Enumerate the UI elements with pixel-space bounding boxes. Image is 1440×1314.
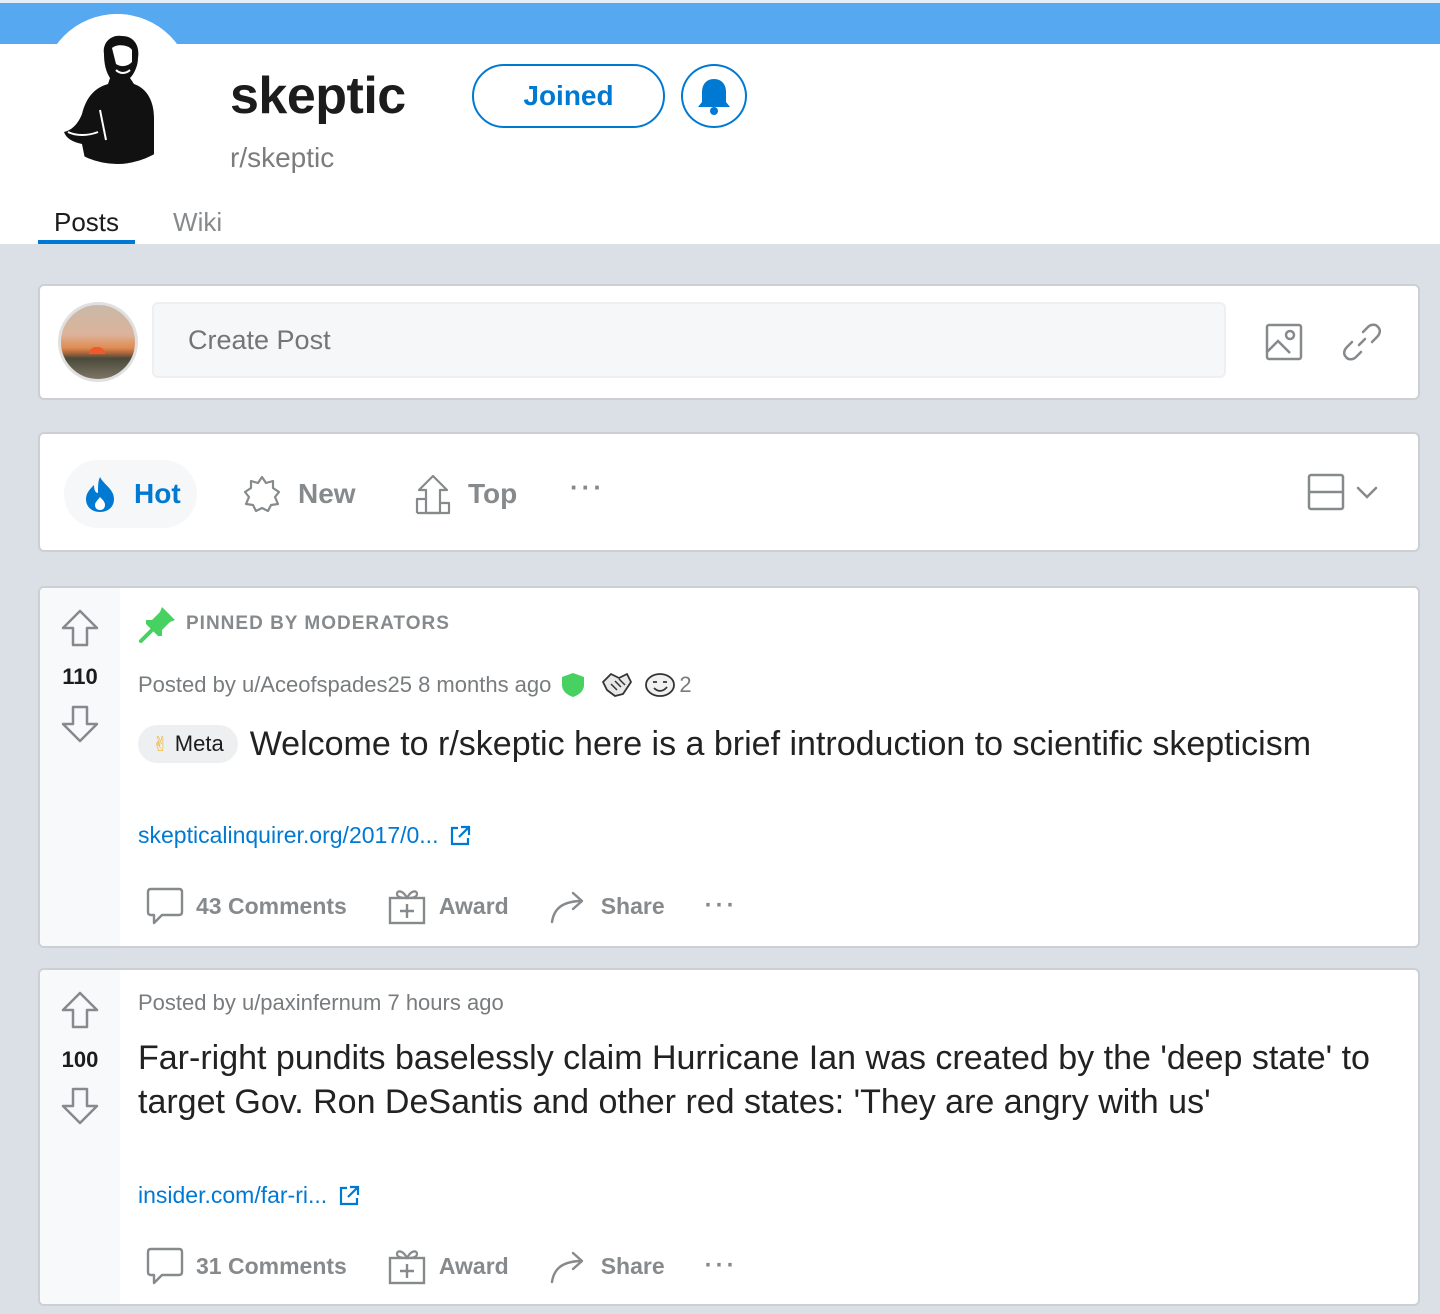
vote-count: 110 [62,664,98,689]
post-meta: Posted by u/Aceofspades25 8 months ago 2 [138,670,692,700]
user-avatar[interactable] [58,302,138,382]
community-banner [0,0,1440,44]
burst-icon [243,475,281,513]
create-post-input[interactable] [152,302,1226,378]
comments-button[interactable]: 43 Comments [146,886,347,926]
post-card[interactable]: 100 Posted by u/paxinfernum 7 hours ago … [38,968,1420,1306]
share-button[interactable]: Share [549,1246,665,1286]
joined-button[interactable]: Joined [472,64,665,128]
vote-count: 100 [61,1047,99,1072]
link-icon [1342,323,1382,361]
create-post-card [38,284,1420,400]
post-actions: 31 Comments Award Share ··· [146,1246,738,1286]
image-icon [1265,323,1303,361]
award-count: 2 [679,672,692,697]
share-arrow-icon [550,1251,583,1284]
community-name: skeptic [230,67,406,125]
downvote-arrow-icon [61,1087,99,1125]
share-label: Share [600,1252,665,1279]
share-label: Share [600,892,665,919]
sort-top-label: Top [468,478,518,509]
comments-button[interactable]: 31 Comments [146,1246,347,1286]
downvote-button[interactable] [60,1086,100,1126]
award-label: Award [438,1252,509,1279]
tab-wiki[interactable]: Wiki [157,200,238,244]
post-flair[interactable]: ✌ Meta [138,725,238,763]
comment-icon [146,887,184,925]
sort-hot-button[interactable]: Hot [64,460,197,528]
sort-new-label: New [298,478,356,509]
image-upload-button[interactable] [1254,312,1314,372]
tab-posts[interactable]: Posts [38,200,136,244]
awards[interactable]: 2 [599,670,692,700]
award-label: Award [438,892,509,919]
post-link[interactable]: skepticalinquirer.org/2017/0... [138,822,472,849]
post-title[interactable]: Far-right pundits baselessly claim Hurri… [138,1036,1388,1124]
comments-label: 31 Comments [196,1252,347,1279]
post-more-button[interactable]: ··· [705,892,738,920]
award-button[interactable]: Award [387,886,509,926]
downvote-arrow-icon [61,705,99,743]
sort-more-button[interactable]: ··· [570,472,605,503]
sort-top-button[interactable]: Top [396,460,533,528]
gift-icon [388,1250,426,1285]
sort-new-button[interactable]: New [224,460,372,528]
upvote-button[interactable] [60,990,100,1030]
pin-icon [139,607,175,643]
gift-icon [388,890,426,925]
notification-bell-button[interactable] [681,64,747,128]
link-button[interactable] [1332,312,1392,372]
flair-label: Meta [174,731,224,756]
share-button[interactable]: Share [549,886,665,926]
top-chart-icon [415,474,451,515]
post-card[interactable]: 110 PINNED BY MODERATORS Posted by u/Ace… [38,586,1420,948]
sort-bar: Hot New Top ··· [38,432,1420,552]
rock-hand-icon: ✌ [152,734,169,756]
post-title[interactable]: ✌ Meta Welcome to r/skeptic here is a brie… [138,722,1378,766]
handshake-award-icon [602,673,633,697]
award-button[interactable]: Award [387,1246,509,1286]
chevron-down-icon [1356,486,1378,499]
community-handle: r/skeptic [230,142,335,173]
upvote-arrow-icon [61,991,99,1029]
posted-by-text: Posted by u/Aceofspades25 8 months ago [138,672,552,697]
post-actions: 43 Comments Award Share ··· [146,886,738,926]
upvote-arrow-icon [61,609,99,647]
post-link[interactable]: insider.com/far-ri... [138,1182,361,1209]
bell-icon [698,79,730,115]
upvote-button[interactable] [60,608,100,648]
post-link-text: insider.com/far-ri... [138,1182,328,1208]
post-title-text: Welcome to r/skeptic here is a brief int… [249,725,1312,763]
pinned-indicator: PINNED BY MODERATORS [138,604,450,644]
community-tabs: Posts Wiki [38,200,238,244]
downvote-button[interactable] [60,704,100,744]
post-meta: Posted by u/paxinfernum 7 hours ago [138,990,504,1016]
moderator-shield-icon [562,673,585,697]
community-avatar [42,14,192,164]
external-link-icon [340,1185,360,1205]
pinned-label: PINNED BY MODERATORS [186,613,450,634]
card-view-icon [1307,473,1345,511]
posted-by-text: Posted by u/paxinfernum 7 hours ago [138,990,504,1015]
view-mode-button[interactable] [1306,472,1380,512]
flame-icon [86,477,114,512]
comments-label: 43 Comments [196,892,347,919]
comment-icon [146,1247,184,1285]
post-more-button[interactable]: ··· [705,1252,738,1280]
post-link-text: skepticalinquirer.org/2017/0... [138,822,439,848]
external-link-icon [451,825,471,845]
community-header: skeptic r/skeptic Joined Posts Wiki [0,14,1440,244]
face-award-icon [645,673,676,697]
share-arrow-icon [550,891,583,924]
sort-hot-label: Hot [134,478,181,509]
